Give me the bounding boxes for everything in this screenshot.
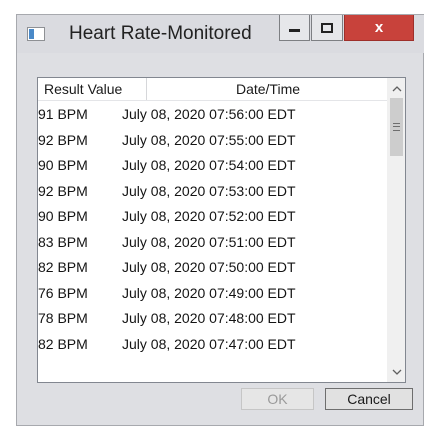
date-time-cell: July 08, 2020 07:52:00 EDT xyxy=(122,208,296,224)
list-header: Result Value Date/Time xyxy=(38,78,388,101)
list-item[interactable]: 83 BPM July 08, 2020 07:51:00 EDT xyxy=(38,230,388,256)
app-window-icon[interactable] xyxy=(27,27,45,41)
result-value-cell: 76 BPM xyxy=(38,284,88,301)
title-bar[interactable]: Heart Rate-Monitored x xyxy=(17,15,424,53)
list-item[interactable]: 78 BPM July 08, 2020 07:48:00 EDT xyxy=(38,306,388,332)
result-value-cell: 82 BPM xyxy=(38,335,88,352)
date-time-cell: July 08, 2020 07:56:00 EDT xyxy=(122,106,296,122)
maximize-button[interactable] xyxy=(311,15,343,41)
vertical-scrollbar[interactable] xyxy=(387,78,405,382)
date-time-cell: July 08, 2020 07:51:00 EDT xyxy=(122,233,296,250)
result-value-cell: 83 BPM xyxy=(38,233,88,250)
list-item[interactable]: 90 BPM July 08, 2020 07:52:00 EDT xyxy=(38,204,388,230)
date-time-cell: July 08, 2020 07:50:00 EDT xyxy=(122,259,296,275)
list-item[interactable]: 82 BPM July 08, 2020 07:47:00 EDT xyxy=(38,332,388,358)
date-time-cell: July 08, 2020 07:49:00 EDT xyxy=(122,284,296,301)
list-item[interactable]: 92 BPM July 08, 2020 07:53:00 EDT xyxy=(38,179,388,205)
date-time-cell: July 08, 2020 07:54:00 EDT xyxy=(122,157,296,173)
result-value-cell: 92 BPM xyxy=(38,182,88,199)
list-item[interactable]: 82 BPM July 08, 2020 07:50:00 EDT xyxy=(38,255,388,281)
column-header-date-time[interactable]: Date/Time xyxy=(148,78,388,100)
scrollbar-thumb[interactable] xyxy=(390,98,403,156)
close-icon: x xyxy=(374,19,384,36)
chevron-down-icon[interactable] xyxy=(388,363,405,380)
result-value-cell: 90 BPM xyxy=(38,208,88,224)
list-item[interactable]: 92 BPM July 08, 2020 07:55:00 EDT xyxy=(38,128,388,154)
close-button[interactable]: x xyxy=(344,15,414,41)
result-value-cell: 92 BPM xyxy=(38,131,88,148)
window-title: Heart Rate-Monitored xyxy=(69,23,252,44)
minimize-button[interactable] xyxy=(279,15,310,41)
date-time-cell: July 08, 2020 07:48:00 EDT xyxy=(122,310,296,326)
column-header-result-value[interactable]: Result Value xyxy=(38,78,147,100)
dialog-window: Heart Rate-Monitored x Result Value Date… xyxy=(16,14,424,426)
list-item[interactable]: 90 BPM July 08, 2020 07:54:00 EDT xyxy=(38,153,388,179)
list-rows: 91 BPM July 08, 2020 07:56:00 EDT 92 BPM Ju… xyxy=(38,102,388,357)
result-value-cell: 78 BPM xyxy=(38,310,88,326)
minimize-icon xyxy=(289,28,300,32)
list-item[interactable]: 91 BPM July 08, 2020 07:56:00 EDT xyxy=(38,102,388,128)
date-time-cell: July 08, 2020 07:53:00 EDT xyxy=(122,182,296,199)
results-list[interactable]: Result Value Date/Time 91 BPM July 08, 20… xyxy=(37,77,406,383)
result-value-cell: 91 BPM xyxy=(38,106,88,122)
result-value-cell: 82 BPM xyxy=(38,259,88,275)
maximize-icon xyxy=(321,22,333,33)
result-value-cell: 90 BPM xyxy=(38,157,88,173)
grip-icon xyxy=(393,123,400,131)
chevron-up-icon[interactable] xyxy=(388,80,405,97)
date-time-cell: July 08, 2020 07:47:00 EDT xyxy=(122,335,296,352)
ok-button[interactable]: OK xyxy=(241,388,314,410)
list-item[interactable]: 76 BPM July 08, 2020 07:49:00 EDT xyxy=(38,281,388,307)
date-time-cell: July 08, 2020 07:55:00 EDT xyxy=(122,131,296,148)
cancel-button[interactable]: Cancel xyxy=(325,388,413,410)
